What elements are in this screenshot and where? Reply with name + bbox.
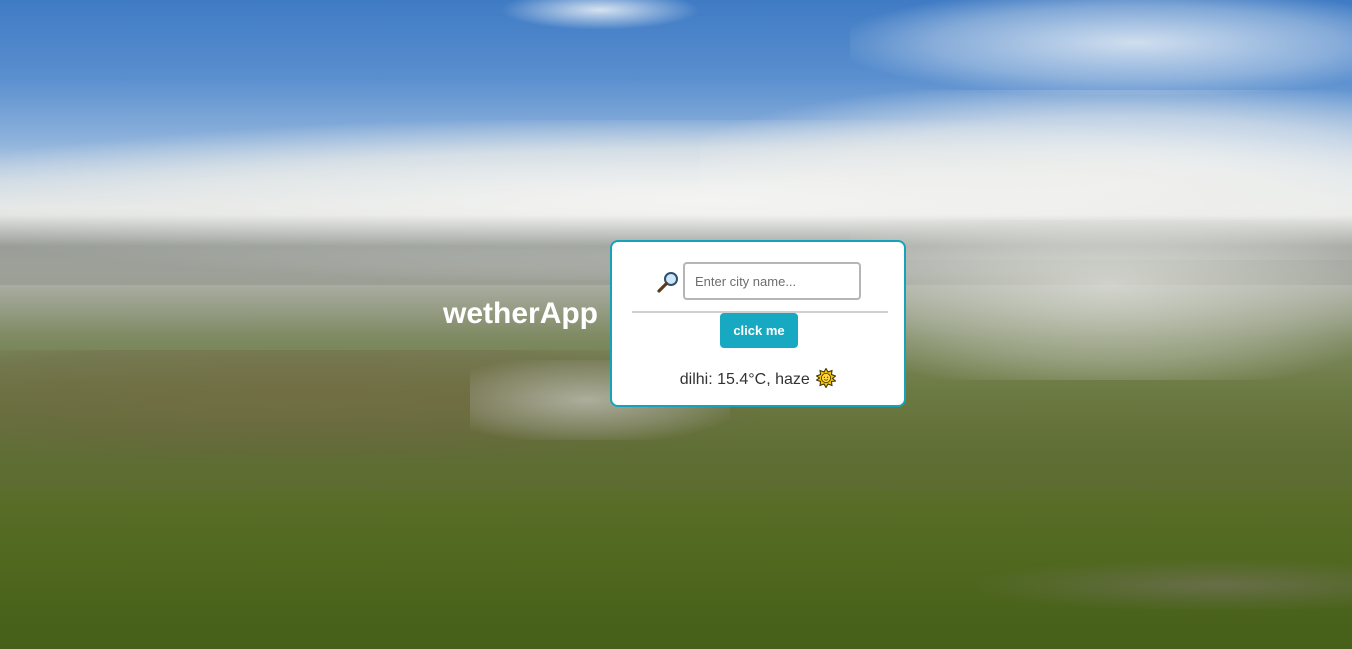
submit-button[interactable]: click me: [720, 313, 798, 348]
magnifying-glass-icon: [656, 270, 680, 294]
weather-result-text: dilhi: 15.4°C, haze: [679, 371, 810, 388]
search-row: [612, 262, 904, 302]
app-title: wetherApp: [443, 297, 599, 330]
weather-result: dilhi: 15.4°C, haze: [612, 367, 904, 390]
sun-icon: [815, 367, 837, 389]
weather-card: click me dilhi: 15.4°C, haze: [610, 240, 906, 407]
city-search-input[interactable]: [683, 262, 861, 300]
